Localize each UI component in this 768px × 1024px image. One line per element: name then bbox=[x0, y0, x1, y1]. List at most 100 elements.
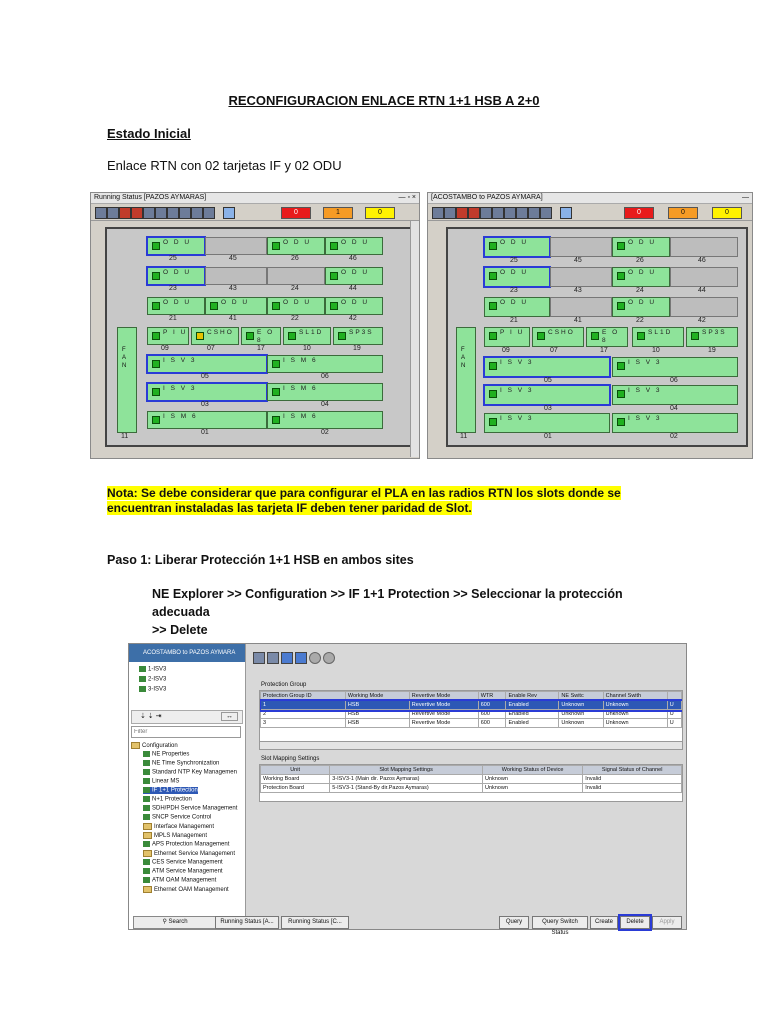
table-row-selected[interactable]: 1 HSB Revertive Mode 600 Enabled Unknown Unkno… bbox=[260, 698, 682, 712]
critical-alarm-count[interactable]: 0 bbox=[624, 207, 654, 219]
tree-item-if-protection[interactable]: IF 1+1 Protection bbox=[143, 787, 198, 794]
tab-running-status-c[interactable]: Running Status [C... bbox=[281, 916, 349, 929]
delete-button[interactable]: Delete bbox=[618, 914, 652, 931]
tree-item-configuration[interactable]: Configuration bbox=[131, 742, 178, 749]
column-header[interactable]: Channel Swith bbox=[602, 691, 668, 701]
tree-item[interactable]: ATM Service Management bbox=[143, 868, 223, 875]
apply-button[interactable]: Apply bbox=[652, 916, 682, 929]
create-button[interactable]: Create bbox=[590, 916, 618, 929]
tree-item[interactable]: Linear MS bbox=[143, 778, 179, 785]
toolbar-tool-icon[interactable] bbox=[191, 207, 203, 219]
toolbar-tool-icon[interactable] bbox=[468, 207, 480, 219]
board-isv3-01[interactable]: I S V 3 bbox=[484, 413, 610, 433]
board-list-item[interactable]: 1-ISV3 bbox=[139, 666, 166, 673]
fan-unit[interactable]: F A N bbox=[456, 327, 476, 433]
empty-slot-41[interactable] bbox=[550, 297, 612, 317]
board-odu-22[interactable]: O D U bbox=[267, 297, 325, 315]
board-odu-46[interactable]: O D U bbox=[325, 237, 383, 255]
empty-slot-43[interactable] bbox=[550, 267, 612, 287]
tree-item[interactable]: Interface Management bbox=[143, 823, 214, 830]
tree-item[interactable]: Ethernet OAM Management bbox=[143, 886, 229, 893]
toolbar-tool-icon[interactable] bbox=[528, 207, 540, 219]
board-isv3-03[interactable]: I S V 3 bbox=[483, 384, 611, 406]
toolbar-tool-icon[interactable] bbox=[432, 207, 444, 219]
column-header[interactable]: Working Mode bbox=[344, 691, 410, 701]
toolbar-tool-icon[interactable] bbox=[504, 207, 516, 219]
board-eo8-17[interactable]: E O 8 bbox=[241, 327, 281, 345]
empty-slot-44[interactable] bbox=[670, 267, 738, 287]
tree-item[interactable]: N+1 Protection bbox=[143, 796, 192, 803]
tree-item[interactable]: SDH/PDH Service Management bbox=[143, 805, 237, 812]
link-icon[interactable] bbox=[295, 652, 307, 664]
board-ism6-01[interactable]: I S M 6 bbox=[147, 411, 267, 429]
empty-slot-43[interactable] bbox=[205, 267, 267, 285]
board-sl1d-10[interactable]: SL1D bbox=[283, 327, 331, 345]
board-piu-09[interactable]: P I U bbox=[147, 327, 189, 345]
toolbar-tool-icon[interactable] bbox=[203, 207, 215, 219]
toolbar-tool-icon[interactable] bbox=[223, 207, 235, 219]
column-header[interactable]: Protection Group ID bbox=[260, 691, 346, 701]
search-button[interactable]: ⚲ Search bbox=[133, 916, 217, 929]
vertical-scrollbar[interactable] bbox=[410, 221, 419, 457]
toolbar-tool-icon[interactable] bbox=[119, 207, 131, 219]
board-piu-09[interactable]: P I U bbox=[484, 327, 530, 347]
board-odu-21[interactable]: O D U bbox=[147, 297, 205, 315]
stop-icon[interactable] bbox=[309, 652, 321, 664]
board-odu-26[interactable]: O D U bbox=[612, 237, 670, 257]
toolbar-tool-icon[interactable] bbox=[131, 207, 143, 219]
board-sl1d-10[interactable]: SL1D bbox=[632, 327, 684, 347]
board-odu-42[interactable]: O D U bbox=[325, 297, 383, 315]
column-header[interactable]: WTR bbox=[477, 691, 507, 701]
filter-input[interactable] bbox=[131, 726, 241, 738]
board-isv3-04[interactable]: I S V 3 bbox=[612, 385, 738, 405]
board-csho-07[interactable]: CSHO bbox=[532, 327, 584, 347]
column-header[interactable]: NE Switc bbox=[558, 691, 604, 701]
critical-alarm-count[interactable]: 0 bbox=[281, 207, 311, 219]
tab-running-status-a[interactable]: Running Status [A... bbox=[215, 916, 279, 929]
minor-alarm-count[interactable]: 0 bbox=[365, 207, 395, 219]
minor-alarm-count[interactable]: 0 bbox=[712, 207, 742, 219]
major-alarm-count[interactable]: 0 bbox=[668, 207, 698, 219]
window-controls[interactable]: — bbox=[742, 193, 749, 203]
empty-slot-45[interactable] bbox=[550, 237, 612, 257]
board-odu-21[interactable]: O D U bbox=[484, 297, 550, 317]
tree-item[interactable]: NE Time Synchronization bbox=[143, 760, 219, 767]
tree-item[interactable]: Standard NTP Key Managemen bbox=[143, 769, 237, 776]
tree-item[interactable]: SNCP Service Control bbox=[143, 814, 211, 821]
tree-item[interactable]: APS Protection Management bbox=[143, 841, 229, 848]
toolbar-tool-icon[interactable] bbox=[155, 207, 167, 219]
tree-item[interactable]: MPLS Management bbox=[143, 832, 207, 839]
refresh-icon[interactable] bbox=[253, 652, 265, 664]
column-header[interactable]: Unit bbox=[259, 765, 331, 775]
board-isv3-05[interactable]: I S V 3 bbox=[483, 356, 611, 378]
toolbar-tool-icon[interactable] bbox=[480, 207, 492, 219]
toolbar-tool-icon[interactable] bbox=[540, 207, 552, 219]
table-row[interactable]: 2 HSB Revertive Mode 600 Enabled Unknown Unkno… bbox=[260, 709, 682, 719]
board-list-item[interactable]: 2-ISV3 bbox=[139, 676, 166, 683]
tree-item[interactable]: Ethernet Service Management bbox=[143, 850, 235, 857]
column-header[interactable]: Slot Mapping Settings bbox=[329, 765, 483, 775]
board-isv3-06[interactable]: I S V 3 bbox=[612, 357, 738, 377]
board-odu-23[interactable]: O D U bbox=[483, 266, 551, 288]
board-sp3s-19[interactable]: SP3S bbox=[333, 327, 383, 345]
table-row[interactable]: Protection Board 5-ISV3-1 (Stand-By dir.P… bbox=[259, 783, 682, 793]
window-controls[interactable]: — ▫ × bbox=[399, 193, 416, 203]
board-odu-41[interactable]: O D U bbox=[205, 297, 267, 315]
toolbar-tool-icon[interactable] bbox=[95, 207, 107, 219]
empty-slot-24[interactable] bbox=[267, 267, 325, 285]
board-ism6-04[interactable]: I S M 6 bbox=[267, 383, 383, 401]
board-csho-07[interactable]: CSHO bbox=[191, 327, 239, 345]
board-sp3s-19[interactable]: SP3S bbox=[686, 327, 738, 347]
board-odu-25[interactable]: O D U bbox=[483, 236, 551, 258]
board-list-item[interactable]: 3-ISV3 bbox=[139, 686, 166, 693]
toolbar-tool-icon[interactable] bbox=[143, 207, 155, 219]
column-header[interactable]: Signal Status of Channel bbox=[582, 765, 682, 775]
toolbar-tool-icon[interactable] bbox=[444, 207, 456, 219]
board-odu-25[interactable]: O D U bbox=[146, 236, 206, 256]
toolbar-tool-icon[interactable] bbox=[179, 207, 191, 219]
table-row[interactable]: Working Board 3-ISV3-1 (Main dir. Pazos A… bbox=[259, 774, 682, 784]
tree-item[interactable]: ATM OAM Management bbox=[143, 877, 216, 884]
tree-item[interactable]: NE Properties bbox=[143, 751, 189, 758]
toolbar-tool-icon[interactable] bbox=[492, 207, 504, 219]
board-odu-23[interactable]: O D U bbox=[146, 266, 206, 286]
